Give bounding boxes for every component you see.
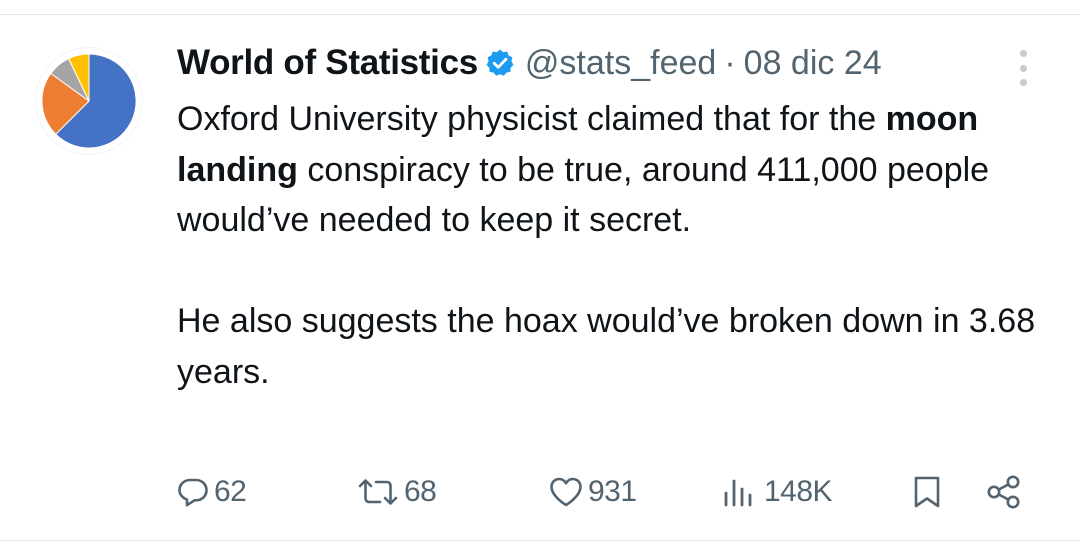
handle[interactable]: @stats_feed <box>525 44 716 83</box>
views-icon <box>724 479 752 507</box>
action-bar: 62 68 931 148K <box>0 470 1080 514</box>
like-button[interactable]: 931 <box>548 470 637 514</box>
tweet-paragraph-2: He also suggests the hoax would’ve broke… <box>177 302 1036 391</box>
share-button[interactable] <box>984 470 1024 514</box>
top-divider <box>0 14 1080 15</box>
separator: · <box>724 43 736 82</box>
repost-icon <box>358 479 398 505</box>
verified-badge-icon <box>485 48 515 78</box>
views-button[interactable]: 148K <box>722 470 833 514</box>
bottom-divider <box>0 540 1080 541</box>
tweet-text-rest: conspiracy to be true, around 411,000 pe… <box>177 150 990 240</box>
more-dot <box>1019 50 1027 57</box>
pie-chart-avatar-icon <box>41 53 137 149</box>
reply-count: 62 <box>214 475 247 508</box>
bookmark-button[interactable] <box>910 470 944 514</box>
repost-button[interactable]: 68 <box>356 470 437 514</box>
reply-button[interactable]: 62 <box>176 470 247 514</box>
reply-icon <box>178 478 208 507</box>
tweet-header: World of Statistics @stats_feed · 08 dic… <box>177 40 882 86</box>
more-vertical-icon[interactable] <box>1008 48 1038 88</box>
bookmark-icon <box>914 476 940 508</box>
views-count: 148K <box>764 475 833 508</box>
share-icon <box>987 475 1020 509</box>
more-dot <box>1019 79 1027 86</box>
timestamp[interactable]: 08 dic 24 <box>744 44 882 83</box>
tweet-paragraph-1: Oxford University physicist claimed that… <box>177 94 1047 246</box>
avatar[interactable] <box>36 48 142 154</box>
tweet-text: Oxford University physicist claimed that… <box>177 94 1047 397</box>
tweet-text-lead: Oxford University physicist claimed that… <box>177 100 886 138</box>
display-name[interactable]: World of Statistics <box>177 43 478 83</box>
heart-icon <box>550 477 582 507</box>
like-count: 931 <box>588 475 637 508</box>
repost-count: 68 <box>404 475 437 508</box>
more-dot <box>1019 64 1027 72</box>
